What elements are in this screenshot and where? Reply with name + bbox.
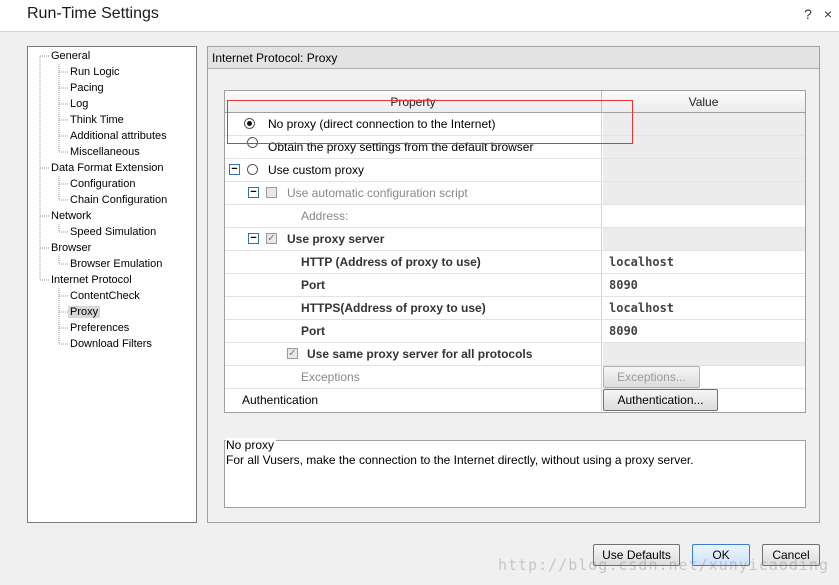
use-proxy-server-label: Use proxy server (287, 232, 385, 246)
https-label: HTTPS(Address of proxy to use) (301, 301, 486, 315)
tree-item-additional-attributes[interactable]: Additional attributes (70, 128, 167, 144)
row-http-port[interactable]: Port 8090 (225, 274, 805, 297)
tree-item-general[interactable]: General (51, 48, 90, 64)
tree-item-internet-protocol[interactable]: Internet Protocol (51, 272, 132, 288)
http-value[interactable]: localhost (603, 251, 805, 273)
column-header-property: Property (225, 91, 602, 113)
http-label: HTTP (Address of proxy to use) (301, 255, 481, 269)
tree-item-log[interactable]: Log (70, 96, 88, 112)
same-proxy-label: Use same proxy server for all protocols (307, 347, 533, 361)
collapse-icon[interactable]: − (229, 164, 240, 175)
exceptions-button[interactable]: Exceptions... (603, 366, 700, 388)
row-https[interactable]: HTTPS(Address of proxy to use) localhost (225, 297, 805, 320)
exceptions-label: Exceptions (301, 370, 360, 384)
auto-config-value (603, 182, 805, 204)
row-http[interactable]: HTTP (Address of proxy to use) localhost (225, 251, 805, 274)
http-port-label: Port (301, 278, 325, 292)
collapse-icon[interactable]: − (248, 187, 259, 198)
tree-item-run-logic[interactable]: Run Logic (70, 64, 120, 80)
address-label: Address: (301, 209, 349, 223)
obtain-browser-radio[interactable] (247, 137, 258, 148)
address-value[interactable] (603, 205, 805, 227)
exceptions-value: Exceptions... (603, 366, 805, 388)
row-authentication[interactable]: Authentication Authentication... (225, 389, 805, 412)
tree-item-download-filters[interactable]: Download Filters (70, 336, 152, 352)
authentication-button[interactable]: Authentication... (603, 389, 718, 411)
custom-proxy-label: Use custom proxy (268, 163, 365, 177)
row-use-proxy-server[interactable]: − ✓ Use proxy server (225, 228, 805, 251)
tree-item-contentcheck[interactable]: ContentCheck (70, 288, 140, 304)
custom-proxy-radio[interactable] (247, 164, 258, 175)
watermark: http://blog.csdn.net/xunyicaoding (498, 556, 830, 574)
column-header-value: Value (688, 95, 719, 109)
use-proxy-server-value (603, 228, 805, 250)
description-box: No proxy For all Vusers, make the connec… (224, 438, 806, 508)
panel-header: Internet Protocol: Proxy (208, 47, 819, 69)
row-same-proxy[interactable]: ✓ Use same proxy server for all protocol… (225, 343, 805, 366)
no-proxy-radio[interactable] (244, 118, 255, 129)
tree-item-chain-configuration[interactable]: Chain Configuration (70, 192, 167, 208)
tree-item-data-format-extension[interactable]: Data Format Extension (51, 160, 164, 176)
obtain-browser-label: Obtain the proxy settings from the defau… (268, 140, 534, 154)
close-button[interactable]: × (820, 6, 836, 22)
row-auto-config[interactable]: − Use automatic configuration script (225, 182, 805, 205)
obtain-browser-value (603, 136, 805, 158)
auto-config-checkbox[interactable] (266, 187, 277, 198)
tree-item-configuration[interactable]: Configuration (70, 176, 135, 192)
same-proxy-value (603, 343, 805, 365)
tree-item-browser[interactable]: Browser (51, 240, 91, 256)
settings-tree[interactable]: General Run Logic Pacing Log Think Time … (27, 46, 197, 523)
window-title: Run-Time Settings (27, 5, 159, 22)
tree-item-miscellaneous[interactable]: Miscellaneous (70, 144, 140, 160)
no-proxy-value (603, 113, 805, 135)
tree-item-proxy[interactable]: Proxy (68, 304, 101, 320)
row-https-port[interactable]: Port 8090 (225, 320, 805, 343)
use-proxy-server-checkbox[interactable]: ✓ (266, 233, 277, 244)
http-port-value[interactable]: 8090 (603, 274, 805, 296)
authentication-value: Authentication... (603, 389, 805, 411)
auto-config-label: Use automatic configuration script (287, 186, 468, 200)
description-title: No proxy (226, 438, 277, 452)
custom-proxy-value (603, 159, 805, 181)
https-value[interactable]: localhost (603, 297, 805, 319)
description-text: For all Vusers, make the connection to t… (226, 453, 694, 467)
authentication-label: Authentication (242, 393, 319, 407)
https-port-label: Port (301, 324, 325, 338)
property-grid: Property Value No proxy (direct connecti… (224, 90, 806, 413)
proxy-settings-panel: Internet Protocol: Proxy Property Value … (207, 46, 820, 523)
collapse-icon[interactable]: − (248, 233, 259, 244)
tree-item-preferences[interactable]: Preferences (70, 320, 129, 336)
help-button[interactable]: ? (800, 6, 816, 22)
tree-item-think-time[interactable]: Think Time (70, 112, 124, 128)
tree-item-browser-emulation[interactable]: Browser Emulation (70, 256, 162, 272)
tree-item-speed-simulation[interactable]: Speed Simulation (70, 224, 156, 240)
title-bar: Run-Time Settings ? × (0, 0, 839, 32)
https-port-value[interactable]: 8090 (603, 320, 805, 342)
row-exceptions[interactable]: Exceptions Exceptions... (225, 366, 805, 389)
row-no-proxy[interactable]: No proxy (direct connection to the Inter… (225, 113, 805, 136)
same-proxy-checkbox[interactable]: ✓ (287, 348, 298, 359)
row-address[interactable]: Address: (225, 205, 805, 228)
tree-item-network[interactable]: Network (51, 208, 91, 224)
row-obtain-browser[interactable]: Obtain the proxy settings from the defau… (225, 136, 805, 159)
grid-header: Property Value (225, 91, 805, 113)
no-proxy-label: No proxy (direct connection to the Inter… (268, 117, 496, 131)
tree-item-pacing[interactable]: Pacing (70, 80, 104, 96)
row-custom-proxy[interactable]: − Use custom proxy (225, 159, 805, 182)
